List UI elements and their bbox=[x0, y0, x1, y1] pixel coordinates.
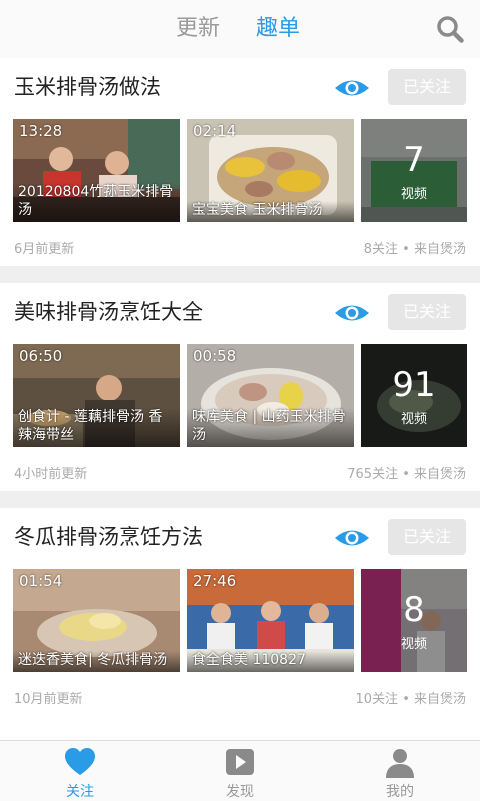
eye-icon[interactable] bbox=[334, 76, 370, 100]
video-count-label: 视频 bbox=[400, 412, 427, 427]
video-count: 7 bbox=[403, 140, 425, 180]
updated-time: 10月前更新 bbox=[14, 692, 83, 707]
tab-qudan[interactable]: 趣单 bbox=[256, 14, 300, 44]
eye-icon[interactable] bbox=[334, 526, 370, 550]
video-thumbnail[interactable]: 27:46 食全食美 110827 bbox=[187, 569, 354, 672]
nav-discover-label: 发现 bbox=[226, 784, 254, 800]
nav-mine-label: 我的 bbox=[386, 784, 414, 800]
nav-discover[interactable]: 发现 bbox=[160, 741, 320, 801]
nav-follow[interactable]: 关注 bbox=[0, 741, 160, 801]
playlist-title[interactable]: 美味排骨汤烹饪大全 bbox=[14, 297, 203, 327]
video-thumbnail[interactable]: 06:50 创食计 - 莲藕排骨汤 香辣海带丝 bbox=[13, 344, 180, 447]
video-caption: 创食计 - 莲藕排骨汤 香辣海带丝 bbox=[13, 408, 180, 447]
video-duration: 02:14 bbox=[193, 122, 237, 140]
playlist-card[interactable]: 冬瓜排骨汤烹饪方法 已关注 01:54 迷迭香美食| 冬瓜排骨汤 27:46 食… bbox=[0, 508, 480, 716]
video-count-label: 视频 bbox=[400, 637, 427, 652]
playlist-card[interactable]: 美味排骨汤烹饪大全 已关注 06:50 创食计 - 莲藕排骨汤 香辣海带丝 00… bbox=[0, 283, 480, 491]
eye-icon[interactable] bbox=[334, 301, 370, 325]
playlist-title[interactable]: 玉米排骨汤做法 bbox=[14, 72, 161, 102]
video-caption: 味库美食 | 山药玉米排骨汤 bbox=[187, 408, 354, 447]
video-caption: 迷迭香美食| 冬瓜排骨汤 bbox=[13, 651, 180, 672]
updated-time: 6月前更新 bbox=[14, 242, 75, 257]
playlist-title[interactable]: 冬瓜排骨汤烹饪方法 bbox=[14, 522, 203, 552]
more-videos-tile[interactable]: 7 视频 bbox=[361, 119, 467, 222]
video-caption: 20120804竹荪玉米排骨汤 bbox=[13, 183, 180, 222]
video-count: 91 bbox=[392, 365, 436, 405]
playlist-card[interactable]: 玉米排骨汤做法 已关注 13:28 20120804竹荪玉米排骨汤 02:14 … bbox=[0, 58, 480, 266]
followed-button[interactable]: 已关注 bbox=[388, 69, 466, 105]
search-icon[interactable] bbox=[436, 15, 464, 43]
video-thumbnail[interactable]: 13:28 20120804竹荪玉米排骨汤 bbox=[13, 119, 180, 222]
video-count-label: 视频 bbox=[400, 187, 427, 202]
followed-button[interactable]: 已关注 bbox=[388, 519, 466, 555]
video-duration: 00:58 bbox=[193, 347, 237, 365]
follow-stats: 765关注 • 来自煲汤 bbox=[347, 467, 466, 482]
bottom-nav: 关注 发现 我的 bbox=[0, 740, 480, 801]
nav-mine[interactable]: 我的 bbox=[320, 741, 480, 801]
followed-button[interactable]: 已关注 bbox=[388, 294, 466, 330]
video-duration: 13:28 bbox=[19, 122, 63, 140]
heart-icon bbox=[65, 748, 95, 775]
play-icon bbox=[226, 749, 254, 775]
top-bar: 更新 趣单 bbox=[0, 0, 480, 59]
more-videos-tile[interactable]: 8 视频 bbox=[361, 569, 467, 672]
video-thumbnail[interactable]: 00:58 味库美食 | 山药玉米排骨汤 bbox=[187, 344, 354, 447]
video-duration: 27:46 bbox=[193, 572, 237, 590]
video-caption: 食全食美 110827 bbox=[187, 651, 354, 672]
follow-stats: 8关注 • 来自煲汤 bbox=[363, 242, 466, 257]
more-videos-tile[interactable]: 91 视频 bbox=[361, 344, 467, 447]
follow-stats: 10关注 • 来自煲汤 bbox=[355, 692, 466, 707]
video-duration: 01:54 bbox=[19, 572, 63, 590]
video-thumbnail[interactable]: 02:14 宝宝美食 玉米排骨汤 bbox=[187, 119, 354, 222]
video-thumbnail[interactable]: 01:54 迷迭香美食| 冬瓜排骨汤 bbox=[13, 569, 180, 672]
tab-update[interactable]: 更新 bbox=[176, 14, 220, 44]
person-icon bbox=[386, 749, 414, 778]
nav-follow-label: 关注 bbox=[66, 784, 94, 800]
updated-time: 4小时前更新 bbox=[14, 467, 88, 482]
video-duration: 06:50 bbox=[19, 347, 63, 365]
video-count: 8 bbox=[403, 590, 425, 630]
video-caption: 宝宝美食 玉米排骨汤 bbox=[187, 201, 354, 222]
